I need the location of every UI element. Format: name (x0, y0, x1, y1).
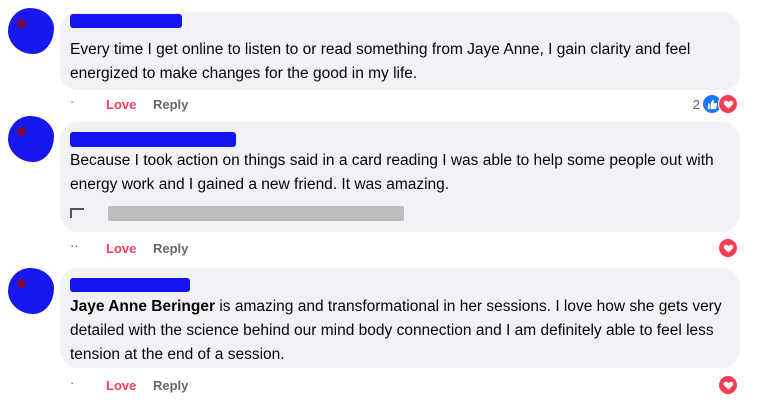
mentioned-profile-link[interactable]: Jaye Anne Beringer (70, 298, 215, 315)
comment-text-body: Because I took action on things said in … (70, 152, 714, 193)
love-button[interactable]: Love (106, 378, 136, 393)
heart-icon (718, 94, 738, 114)
reaction-summary[interactable] (716, 238, 738, 258)
love-button[interactable]: Love (106, 97, 136, 112)
avatar[interactable] (8, 268, 54, 314)
comment-text-body: Every time I get online to listen to or … (70, 41, 691, 82)
avatar[interactable] (8, 8, 54, 54)
comment-timestamp[interactable]: · (70, 375, 74, 390)
heart-icon (718, 375, 738, 395)
reaction-summary[interactable]: 2 (693, 94, 738, 114)
reaction-summary[interactable] (716, 375, 738, 395)
redacted-author-name[interactable] (70, 278, 190, 292)
reply-button[interactable]: Reply (153, 97, 188, 112)
comment-bubble: Because I took action on things said in … (60, 122, 740, 232)
reply-button[interactable]: Reply (153, 241, 188, 256)
redacted-text-stub (70, 208, 84, 218)
heart-icon (718, 238, 738, 258)
love-button[interactable]: Love (106, 241, 136, 256)
avatar[interactable] (8, 116, 54, 162)
redacted-text-line (108, 206, 404, 221)
reaction-count: 2 (692, 96, 700, 112)
redacted-author-name[interactable] (70, 14, 182, 28)
comment-timestamp[interactable]: ·· (70, 238, 79, 253)
redacted-author-name[interactable] (70, 132, 236, 147)
comment-text: Every time I get online to listen to or … (70, 38, 730, 86)
comment-timestamp[interactable]: · (70, 94, 74, 109)
comment-text: Because I took action on things said in … (70, 149, 730, 197)
comment-actions: · Love Reply (60, 375, 740, 397)
comment-bubble: Every time I get online to listen to or … (60, 12, 740, 90)
comment-actions: ·· Love Reply (60, 238, 740, 260)
reply-button[interactable]: Reply (153, 378, 188, 393)
comment-bubble: Jaye Anne Beringer is amazing and transf… (60, 268, 740, 368)
comment-actions: · Love Reply 2 (60, 94, 740, 116)
comment-text: Jaye Anne Beringer is amazing and transf… (70, 295, 730, 367)
